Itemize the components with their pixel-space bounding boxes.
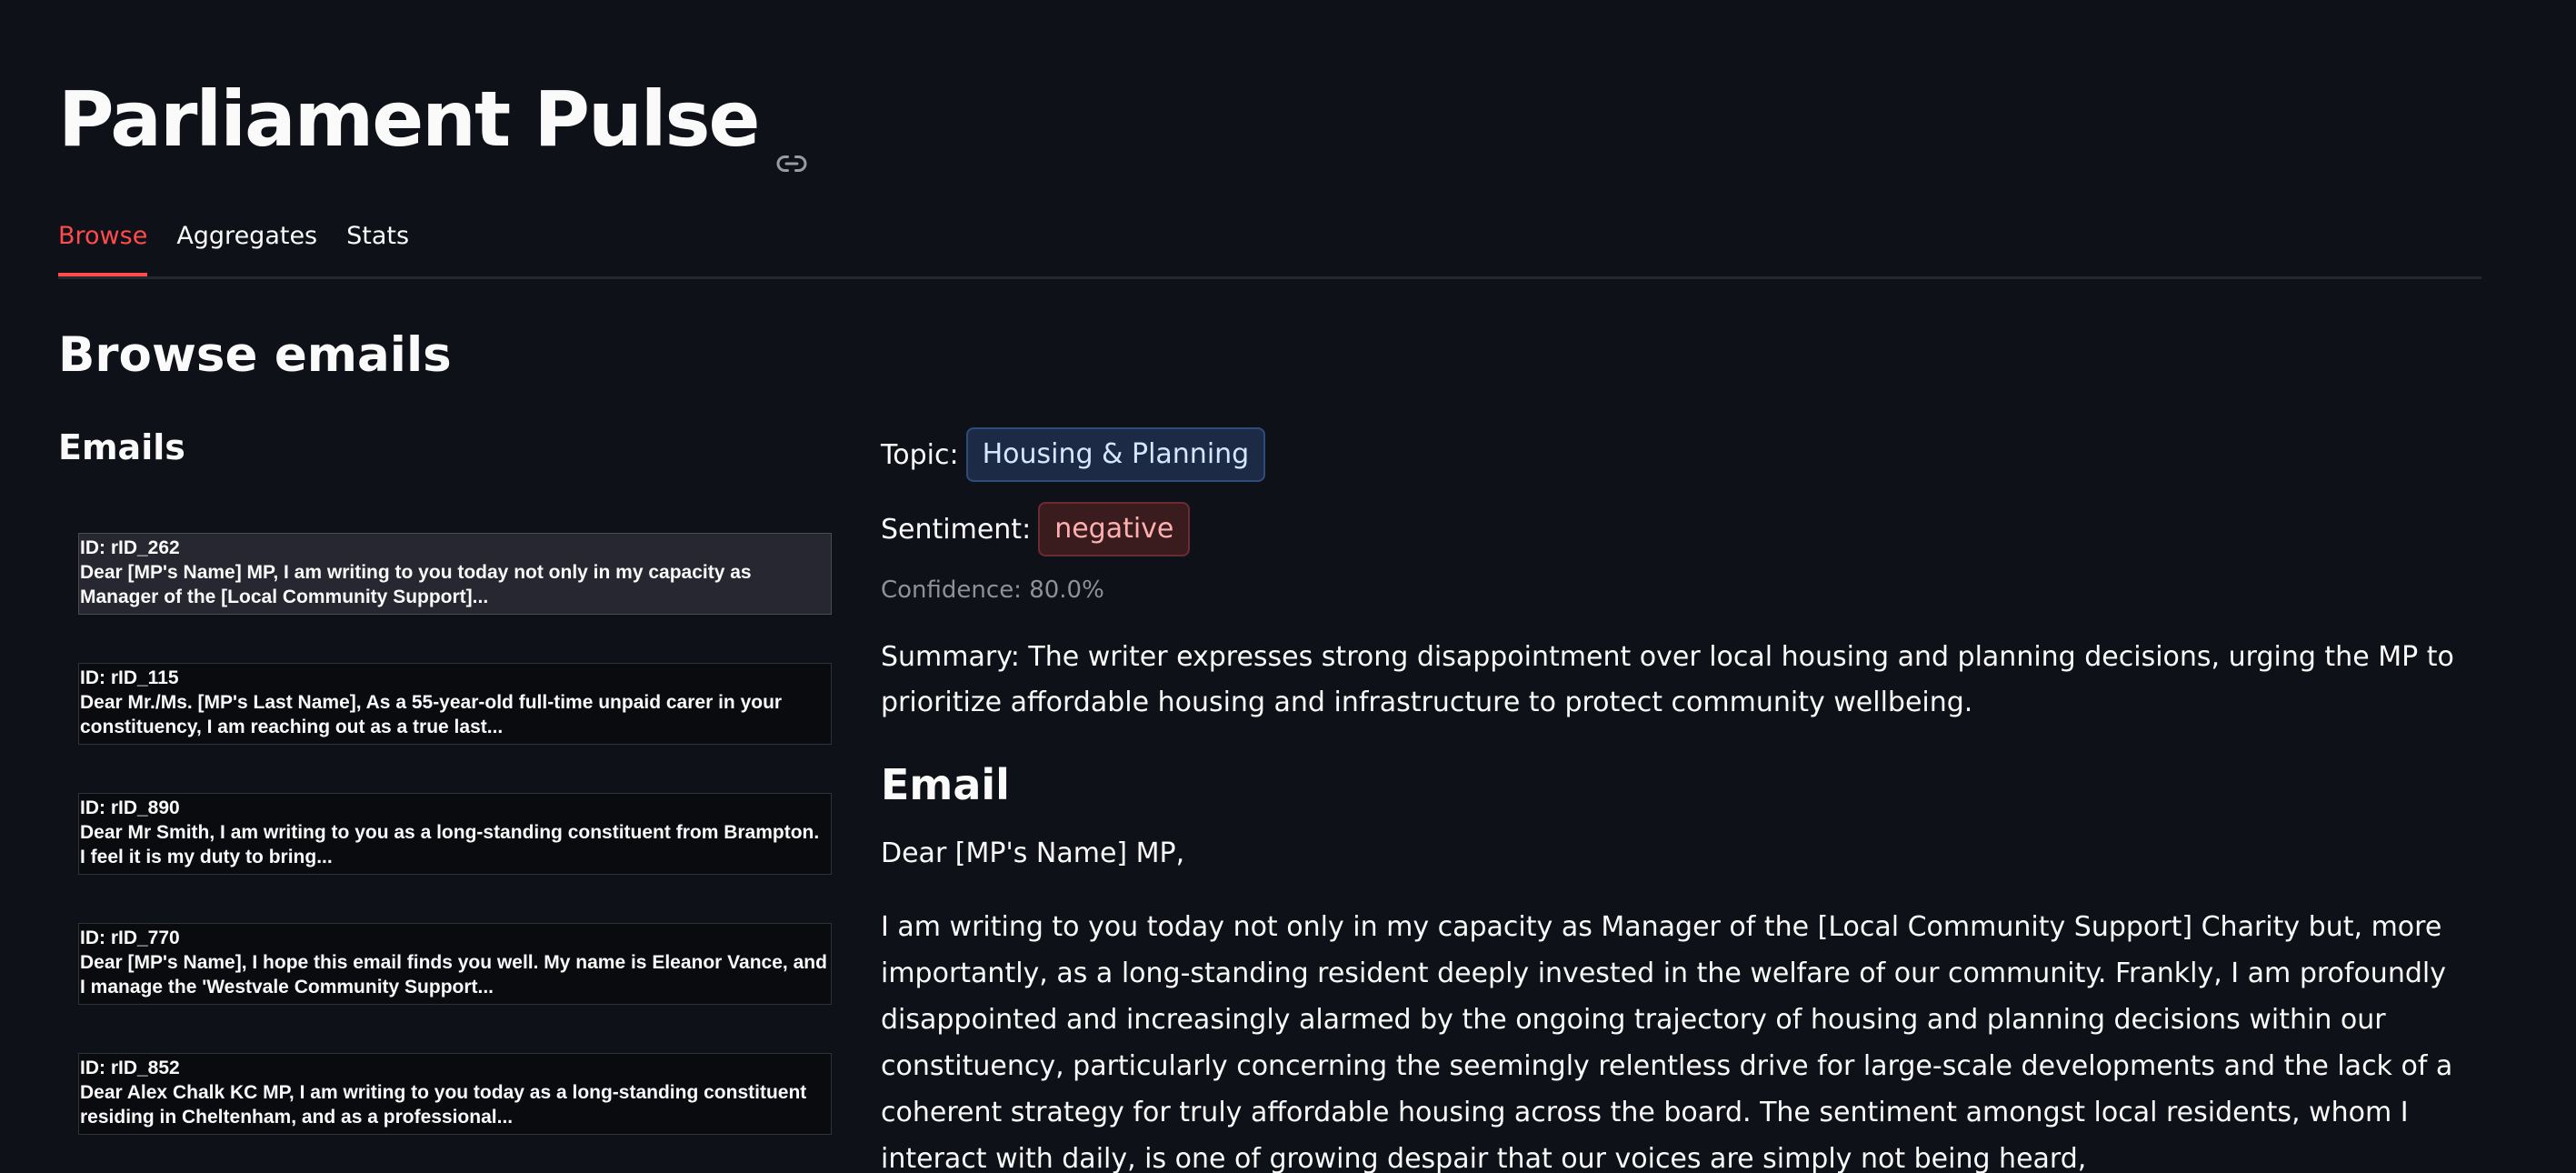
sentiment-badge: negative — [1038, 502, 1191, 556]
email-id: ID: rID_770 — [80, 927, 180, 948]
app-page: Parliament Pulse Browse Aggregates Stats… — [0, 0, 2576, 1173]
email-id: ID: rID_852 — [80, 1058, 180, 1078]
email-preview: Dear Mr Smith, I am writing to you as a … — [80, 822, 820, 867]
email-list-item[interactable]: ID: rID_890 Dear Mr Smith, I am writing … — [78, 793, 832, 875]
email-body: I am writing to you today not only in my… — [881, 911, 2453, 1173]
email-list-item[interactable]: ID: rID_770 Dear [MP's Name], I hope thi… — [78, 923, 832, 1005]
email-id: ID: rID_262 — [80, 537, 180, 558]
tab-aggregates[interactable]: Aggregates — [176, 216, 317, 271]
sentiment-row: Sentiment: negative — [881, 502, 2481, 556]
app-title: Parliament Pulse — [58, 75, 808, 172]
email-list: ID: rID_262 Dear [MP's Name] MP, I am wr… — [78, 533, 832, 1173]
summary-text: Summary: The writer expresses strong dis… — [881, 641, 2454, 718]
email-id: ID: rID_890 — [80, 797, 180, 818]
tab-bar: Browse Aggregates Stats — [58, 216, 2481, 279]
email-heading: Email — [881, 760, 1010, 809]
topic-row: Topic: Housing & Planning — [881, 427, 2481, 482]
emails-column-title: Emails — [58, 427, 185, 467]
email-preview: Dear Mr./Ms. [MP's Last Name], As a 55-y… — [80, 692, 783, 737]
sentiment-label: Sentiment: — [881, 513, 1032, 546]
link-icon[interactable] — [775, 109, 808, 172]
email-preview: Dear [MP's Name] MP, I am writing to you… — [80, 562, 752, 607]
confidence-text: Confidence: 80.0% — [881, 576, 1104, 604]
email-preview: Dear [MP's Name], I hope this email find… — [80, 952, 827, 998]
topic-label: Topic: — [881, 438, 959, 471]
app-title-text: Parliament Pulse — [58, 75, 761, 164]
email-id: ID: rID_115 — [80, 667, 179, 688]
tab-stats[interactable]: Stats — [346, 216, 409, 271]
section-title: Browse emails — [58, 327, 452, 383]
email-detail-panel: Topic: Housing & Planning Sentiment: neg… — [881, 427, 2481, 1173]
email-list-item[interactable]: ID: rID_115 Dear Mr./Ms. [MP's Last Name… — [78, 663, 832, 745]
email-greeting: Dear [MP's Name] MP, — [881, 837, 1185, 869]
email-preview: Dear Alex Chalk KC MP, I am writing to y… — [80, 1082, 807, 1128]
email-list-item[interactable]: ID: rID_262 Dear [MP's Name] MP, I am wr… — [78, 533, 832, 615]
tab-browse[interactable]: Browse — [58, 216, 148, 276]
email-list-item[interactable]: ID: rID_852 Dear Alex Chalk KC MP, I am … — [78, 1053, 832, 1135]
topic-badge: Housing & Planning — [965, 427, 1266, 482]
